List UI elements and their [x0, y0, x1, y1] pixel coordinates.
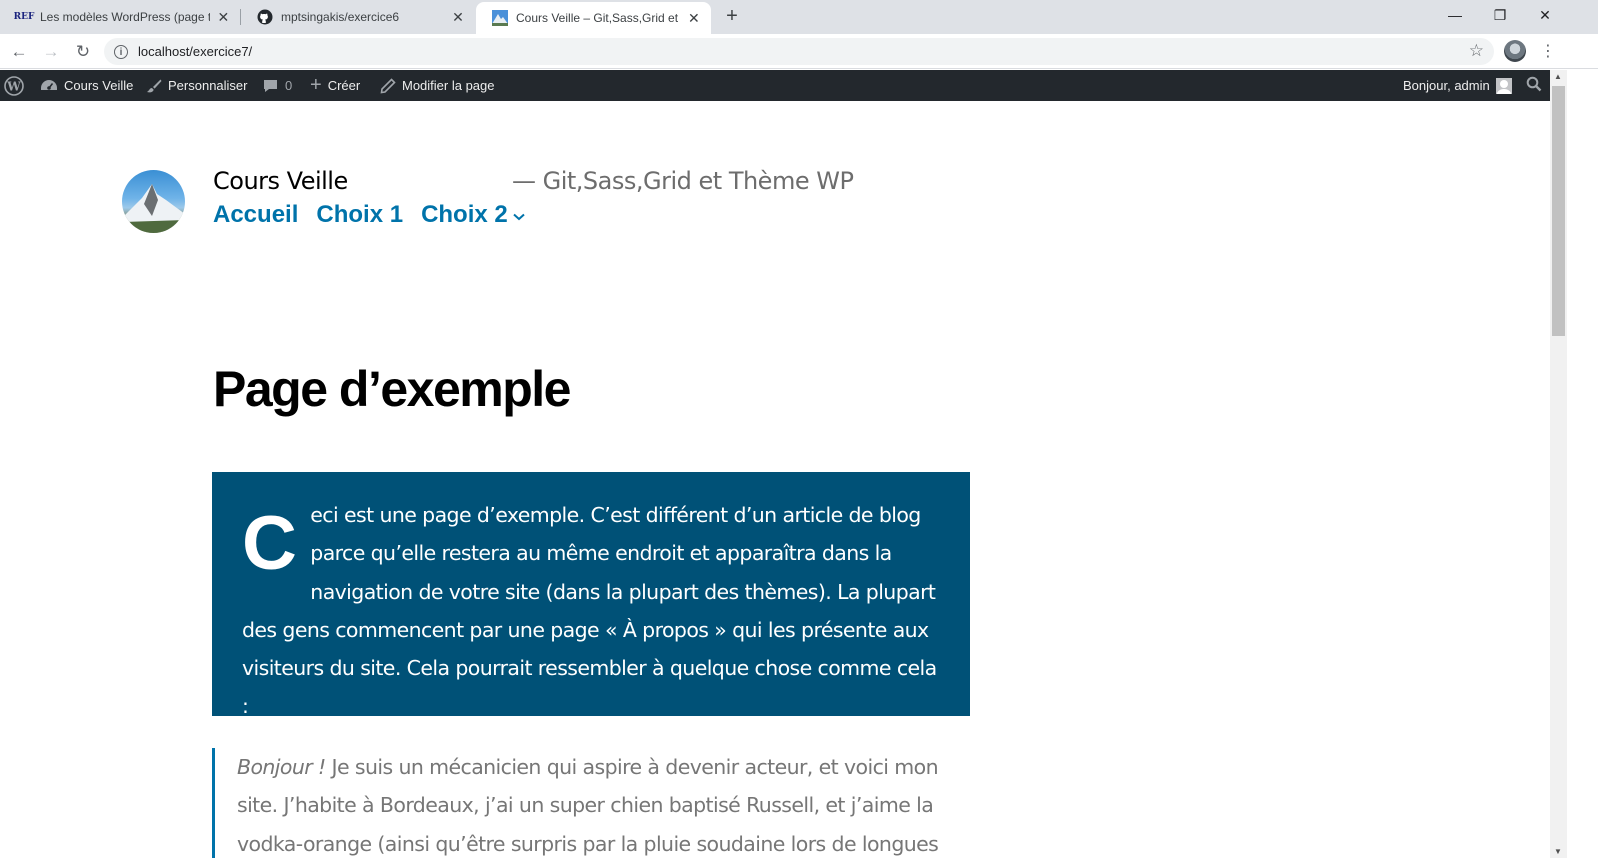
bookmark-star-icon[interactable]: ☆	[1469, 41, 1484, 61]
chevron-down-icon[interactable]	[513, 210, 525, 224]
close-icon[interactable]: ✕	[216, 9, 231, 26]
primary-menu: Accueil Choix 1 Choix 2	[213, 201, 525, 229]
profile-avatar[interactable]	[1504, 40, 1526, 62]
site-description: — Git,Sass,Grid et Thème WP	[512, 167, 854, 195]
tab-title: Cours Veille – Git,Sass,Grid et The	[516, 11, 681, 25]
wordpress-logo-button[interactable]: W	[4, 70, 30, 101]
window-edge	[1567, 70, 1598, 858]
admin-site-link[interactable]: Cours Veille	[40, 70, 133, 101]
edit-page-link[interactable]: Modifier la page	[380, 70, 495, 101]
blockquote: Bonjour ! Je suis un mécanicien qui aspi…	[212, 748, 982, 858]
mountain-icon	[492, 10, 508, 26]
admin-avatar	[1495, 77, 1512, 94]
menu-item-choix-2[interactable]: Choix 2	[421, 201, 525, 229]
customize-label: Personnaliser	[168, 78, 248, 93]
wordpress-icon: W	[4, 75, 24, 96]
plus-icon: +	[310, 74, 322, 96]
cover-block: C eci est une page d’exemple. C’est diff…	[212, 472, 970, 719]
quote-emphasis: Bonjour !	[237, 755, 326, 779]
comments-link[interactable]: 0	[262, 70, 292, 101]
admin-search-button[interactable]	[1526, 70, 1542, 101]
window-close-button[interactable]: ✕	[1534, 4, 1556, 26]
site-title[interactable]: Cours Veille	[213, 167, 348, 195]
menu-item-accueil[interactable]: Accueil	[213, 201, 298, 229]
forward-button[interactable]: →	[40, 41, 62, 63]
cover-paragraph: eci est une page d’exemple. C’est différ…	[242, 503, 937, 719]
tab-title: mptsingakis/exercice6	[281, 10, 400, 24]
tab-title: Les modèles WordPress (page te	[40, 10, 210, 24]
close-icon[interactable]: ✕	[687, 10, 701, 27]
dashboard-icon	[40, 78, 58, 94]
scroll-thumb[interactable]	[1552, 86, 1565, 336]
url-text[interactable]: localhost/exercice7/	[138, 44, 252, 59]
menu-item-choix-2-label: Choix 2	[421, 201, 508, 228]
comment-bubble-icon	[262, 78, 279, 94]
menu-item-choix-1[interactable]: Choix 1	[316, 201, 403, 229]
close-icon[interactable]: ✕	[450, 9, 466, 26]
ref-icon: REF	[13, 9, 35, 25]
page-scrollbar[interactable]: ▲ ▼	[1550, 70, 1567, 858]
restore-button[interactable]: ❐	[1489, 4, 1511, 26]
new-content-link[interactable]: + Créer	[310, 70, 360, 101]
ref-favicon-label: REF	[13, 12, 35, 22]
my-account-link[interactable]: Bonjour, admin	[1403, 70, 1512, 101]
github-icon	[257, 9, 273, 25]
browser-menu-icon[interactable]: ⋮	[1540, 41, 1556, 63]
svg-text:W: W	[6, 79, 21, 93]
customize-link[interactable]: Personnaliser	[146, 70, 248, 101]
browser-tab-3[interactable]: Cours Veille – Git,Sass,Grid et The ✕	[476, 2, 711, 34]
minimize-button[interactable]: —	[1444, 4, 1466, 26]
reload-button[interactable]: ↻	[72, 41, 94, 63]
address-bar[interactable]: i localhost/exercice7/ ☆	[104, 38, 1494, 65]
scroll-down-arrow-icon[interactable]: ▼	[1554, 847, 1562, 856]
edit-page-label: Modifier la page	[402, 78, 495, 93]
scroll-up-arrow-icon[interactable]: ▲	[1554, 72, 1562, 81]
greeting-label: Bonjour, admin	[1403, 78, 1490, 93]
browser-toolbar: ← → ↻ i localhost/exercice7/ ☆ ⋮	[0, 34, 1598, 69]
browser-tab-2[interactable]: mptsingakis/exercice6 ✕	[241, 2, 476, 32]
admin-site-name: Cours Veille	[64, 78, 134, 93]
browser-tabstrip: REF Les modèles WordPress (page te ✕ mpt…	[0, 0, 1598, 34]
back-button[interactable]: ←	[8, 41, 30, 63]
quote-text: Je suis un mécanicien qui aspire à deven…	[237, 755, 939, 856]
pencil-icon	[380, 77, 396, 94]
browser-tab-1[interactable]: REF Les modèles WordPress (page te ✕	[0, 2, 241, 32]
drop-cap: C	[242, 501, 297, 586]
site-info-icon[interactable]: i	[114, 44, 128, 59]
wp-admin-bar: W Cours Veille Personnaliser 0 + Créer M…	[0, 70, 1550, 101]
search-icon	[1526, 76, 1542, 95]
new-tab-button[interactable]: +	[722, 6, 742, 26]
new-content-label: Créer	[327, 78, 361, 93]
site-logo[interactable]	[122, 170, 185, 233]
comments-count: 0	[285, 78, 293, 93]
page-title: Page d’exemple	[213, 361, 571, 417]
paintbrush-icon	[146, 78, 162, 94]
